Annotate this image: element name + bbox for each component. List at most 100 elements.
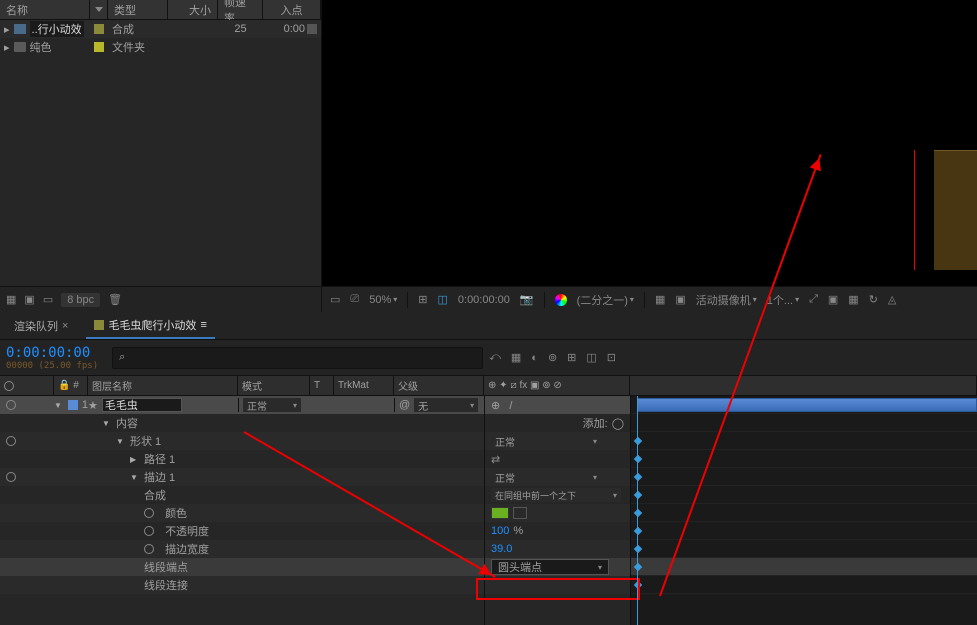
filter-icon[interactable]: ◬ [888,293,896,306]
property-row[interactable]: 合成 [0,486,484,504]
property-row[interactable]: 不透明度 [0,522,484,540]
reset-icon[interactable]: ↻ [869,293,878,306]
tab-render-queue[interactable]: 渲染队列× [6,314,76,338]
camera-dropdown[interactable]: 活动摄像机▾ [696,292,757,308]
col-size[interactable]: 大小 [168,0,218,20]
bpc-button[interactable]: 8 bpc [61,293,100,307]
visibility-toggle[interactable] [6,472,16,482]
new-bin-icon[interactable]: ▦ [6,293,16,306]
property-row[interactable]: 描边宽度 [0,540,484,558]
3d-icon[interactable]: ▦ [848,293,858,306]
layer-duration-bar[interactable] [637,398,977,412]
property-row[interactable]: ▶路径 1 [0,450,484,468]
current-time-indicator[interactable] [637,396,638,625]
keyframe-marker[interactable] [634,473,642,481]
display-icon[interactable]: ⎚ [350,293,359,306]
twirl-icon[interactable]: ▶ [130,455,140,464]
col-trkmat[interactable]: TrkMat [334,376,394,395]
stopwatch-icon[interactable] [144,544,154,554]
stopwatch-icon[interactable] [144,508,154,518]
camera-icon[interactable]: 📷 [520,293,534,306]
frame-blend-icon[interactable]: ◐ [531,352,538,364]
col-in[interactable]: 入点 [263,0,321,20]
timeline-tracks[interactable]: 01s 02s 03s 04s 05s 06s [630,396,977,625]
property-row[interactable]: ▼描边 1 [0,468,484,486]
tab-menu-icon[interactable]: ≡ [200,319,206,331]
property-row[interactable]: 颜色 [0,504,484,522]
col-tag[interactable] [90,0,108,20]
motion-blur-icon[interactable]: ⊚ [548,351,557,364]
eyedropper-icon[interactable] [513,507,527,519]
line-cap-select[interactable]: 圆头端点▾ [491,559,609,575]
switch-icons[interactable]: ⊕ / [491,399,519,412]
new-folder-icon[interactable]: ▭ [43,293,53,306]
col-type[interactable]: 类型 [108,0,168,20]
col-parent[interactable]: 父级 [394,376,484,395]
stopwatch-icon[interactable] [144,526,154,536]
monitor-icon[interactable]: ▭ [330,293,340,306]
col-name[interactable]: 名称 [0,0,90,20]
mask-view-icon[interactable]: ▣ [675,293,685,306]
comp-shy-icon[interactable]: ▦ [511,351,521,364]
layer-name-input[interactable] [102,398,182,412]
color-swatch[interactable] [491,507,509,519]
twirl-icon[interactable]: ▼ [102,419,112,428]
keyframe-marker[interactable] [634,563,642,571]
search-input[interactable] [131,352,476,364]
keyframe-marker[interactable] [634,437,642,445]
trash-icon[interactable]: 🗑 [108,293,122,306]
keyframe-marker[interactable] [634,491,642,499]
graph-editor-icon[interactable]: ⊞ [567,351,576,364]
twirl-icon[interactable]: ▼ [116,437,126,446]
path-keyframe-nav[interactable]: ⇄ [491,453,500,466]
region-icon[interactable]: ◫ [437,293,447,306]
keyframe-marker[interactable] [634,455,642,463]
expand-icon[interactable]: ⤢ [809,293,818,306]
grid-icon[interactable]: ▦ [655,293,665,306]
parent-select[interactable]: 无▾ [414,398,478,412]
project-row[interactable]: ▸..行小动效 合成 25 0:00 [0,20,321,38]
close-icon[interactable]: × [62,320,68,332]
snapshot-icon[interactable]: ⊞ [418,293,427,306]
opacity-value[interactable]: 100 [491,525,509,537]
layer-color-swatch[interactable] [68,400,78,410]
property-row[interactable]: ▼内容 [0,414,484,432]
keyframe-marker[interactable] [634,545,642,553]
col-layer-name[interactable]: 图层名称 [88,376,238,395]
col-t[interactable]: T [310,376,334,395]
add-menu-icon[interactable]: ◯ [612,417,624,430]
blend-mode-select[interactable]: 正常▾ [243,398,301,412]
views-dropdown[interactable]: 1个...▾ [767,292,799,308]
col-fps[interactable]: 帧速率 [218,0,263,20]
col-mode[interactable]: 模式 [238,376,310,395]
twirl-icon[interactable]: ▼ [54,401,64,410]
viewer-timecode[interactable]: 0:00:00:00 [458,294,510,306]
current-timecode[interactable]: 0:00:00:00 [6,345,98,361]
new-comp-icon[interactable]: ▣ [24,293,34,306]
tab-composition[interactable]: 毛毛虫爬行小动效≡ [86,313,214,339]
keyframe-marker[interactable] [634,509,642,517]
project-row[interactable]: ▸纯色 文件夹 [0,38,321,56]
timeline-search[interactable]: ⌕ [112,347,483,369]
zoom-dropdown[interactable]: 50%▾ [369,294,397,306]
layer-row[interactable]: ▼1 ★ 正常▾ @无▾ [0,396,484,414]
keyframe-marker[interactable] [634,527,642,535]
composite-order-select[interactable]: 在同组中前一个之下▾ [491,488,621,502]
property-row[interactable]: ▼形状 1 [0,432,484,450]
pickwhip-icon[interactable]: @ [399,399,410,411]
stroke-width-value[interactable]: 39.0 [491,543,512,555]
resolution-dropdown[interactable]: (二分之一)▾ [577,292,634,308]
draft-3d-icon[interactable]: ◫ [586,351,596,364]
stroke-mode-select[interactable]: 正常▾ [491,470,601,484]
property-row[interactable]: 线段连接 [0,576,484,594]
visibility-toggle[interactable] [6,400,16,410]
view-icon[interactable]: ▣ [828,293,838,306]
viewer-canvas[interactable]: ◇ [322,0,977,286]
color-management-icon[interactable] [555,294,567,306]
shy-icon[interactable]: ⤺ [489,351,501,364]
property-row-line-cap[interactable]: 线段端点 [0,558,484,576]
shape-mode-select[interactable]: 正常▾ [491,434,601,448]
twirl-icon[interactable]: ▼ [130,473,140,482]
options-icon[interactable]: ⊡ [607,351,616,364]
visibility-toggle[interactable] [6,436,16,446]
